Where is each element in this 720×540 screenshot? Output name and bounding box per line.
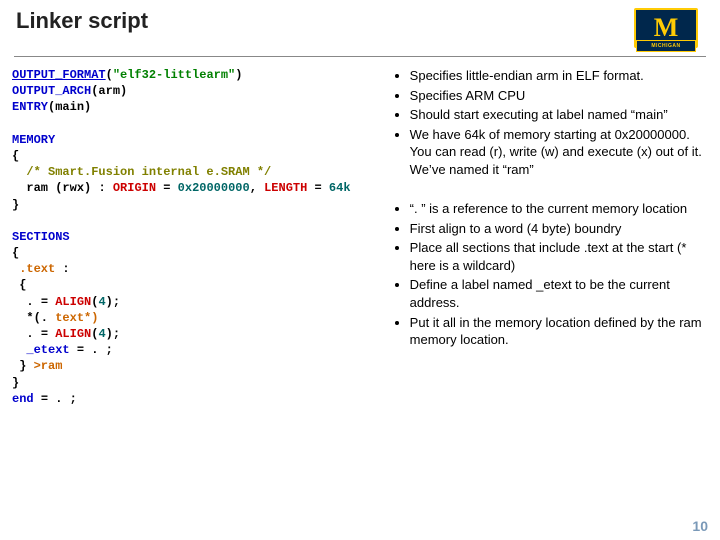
list-item: First align to a word (4 byte) boundry bbox=[410, 220, 708, 238]
list-item: Place all sections that include .text at… bbox=[410, 239, 708, 274]
list-item: Specifies ARM CPU bbox=[410, 87, 708, 105]
logo-banner: MICHIGAN bbox=[636, 40, 696, 52]
logo-letter: M bbox=[654, 15, 679, 41]
list-item: Define a label named _etext to be the cu… bbox=[410, 276, 708, 311]
page-number: 10 bbox=[692, 518, 708, 534]
michigan-logo: M MICHIGAN bbox=[634, 8, 704, 52]
list-item: We have 64k of memory starting at 0x2000… bbox=[410, 126, 708, 179]
list-item: Should start executing at label named “m… bbox=[410, 106, 708, 124]
list-item: Specifies little-endian arm in ELF forma… bbox=[410, 67, 708, 85]
code-column: OUTPUT_FORMAT("elf32-littlearm") OUTPUT_… bbox=[12, 67, 386, 407]
list-item: “. ” is a reference to the current memor… bbox=[410, 200, 708, 218]
list-item: Put it all in the memory location define… bbox=[410, 314, 708, 349]
divider bbox=[14, 56, 706, 57]
page-title: Linker script bbox=[16, 8, 148, 34]
notes-bottom-list: “. ” is a reference to the current memor… bbox=[390, 200, 708, 348]
header: Linker script M MICHIGAN bbox=[0, 0, 720, 52]
notes-column: Specifies little-endian arm in ELF forma… bbox=[390, 67, 708, 407]
notes-top-list: Specifies little-endian arm in ELF forma… bbox=[390, 67, 708, 178]
content: OUTPUT_FORMAT("elf32-littlearm") OUTPUT_… bbox=[0, 67, 720, 407]
logo-block: M MICHIGAN bbox=[634, 8, 698, 48]
